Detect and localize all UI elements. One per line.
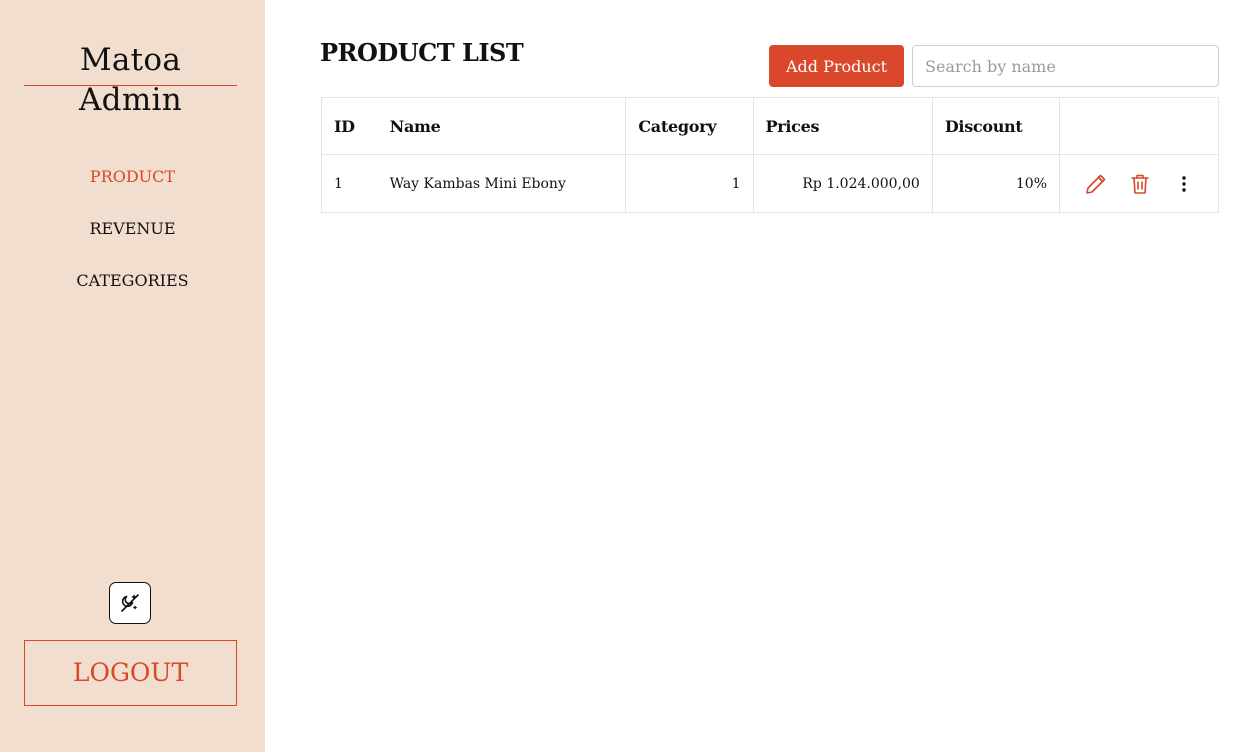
sidebar-nav: PRODUCT REVENUE CATEGORIES bbox=[0, 160, 265, 316]
table-header-row: ID Name Category Prices Discount bbox=[320, 97, 1219, 155]
table-row: 1 Way Kambas Mini Ebony 1 Rp 1.024.000,0… bbox=[320, 154, 1219, 213]
header-category: Category bbox=[625, 97, 754, 155]
header-id: ID bbox=[320, 97, 378, 155]
cell-actions bbox=[1059, 154, 1219, 213]
add-product-button[interactable]: Add Product bbox=[769, 45, 904, 87]
header-discount: Discount bbox=[931, 97, 1061, 155]
more-vertical-icon bbox=[1182, 175, 1186, 192]
cell-price: Rp 1.024.000,00 bbox=[752, 154, 933, 213]
sidebar-item-categories[interactable]: CATEGORIES bbox=[0, 264, 265, 316]
cell-category: 1 bbox=[625, 154, 754, 213]
dark-mode-toggle-icon bbox=[121, 594, 139, 612]
more-options-button[interactable] bbox=[1162, 162, 1206, 206]
product-table: ID Name Category Prices Discount 1 Way K… bbox=[320, 97, 1219, 213]
delete-button[interactable] bbox=[1118, 162, 1162, 206]
header-prices: Prices bbox=[752, 97, 933, 155]
search-input[interactable] bbox=[912, 45, 1219, 87]
header-actions bbox=[1059, 97, 1219, 155]
theme-toggle-button[interactable] bbox=[109, 582, 151, 624]
cell-discount: 10% bbox=[931, 154, 1061, 213]
sidebar-item-revenue[interactable]: REVENUE bbox=[0, 212, 265, 264]
brand-title: Matoa Admin bbox=[24, 40, 237, 118]
edit-icon bbox=[1086, 174, 1106, 194]
edit-button[interactable] bbox=[1074, 162, 1118, 206]
cell-id: 1 bbox=[320, 154, 378, 213]
sidebar: Matoa Admin PRODUCT REVENUE CATEGORIES L… bbox=[0, 0, 265, 752]
header-name: Name bbox=[377, 97, 627, 155]
delete-icon bbox=[1131, 174, 1149, 194]
logout-button[interactable]: LOGOUT bbox=[24, 640, 237, 706]
cell-name: Way Kambas Mini Ebony bbox=[377, 154, 627, 213]
sidebar-item-product[interactable]: PRODUCT bbox=[0, 160, 265, 212]
page-title: PRODUCT LIST bbox=[320, 38, 524, 67]
